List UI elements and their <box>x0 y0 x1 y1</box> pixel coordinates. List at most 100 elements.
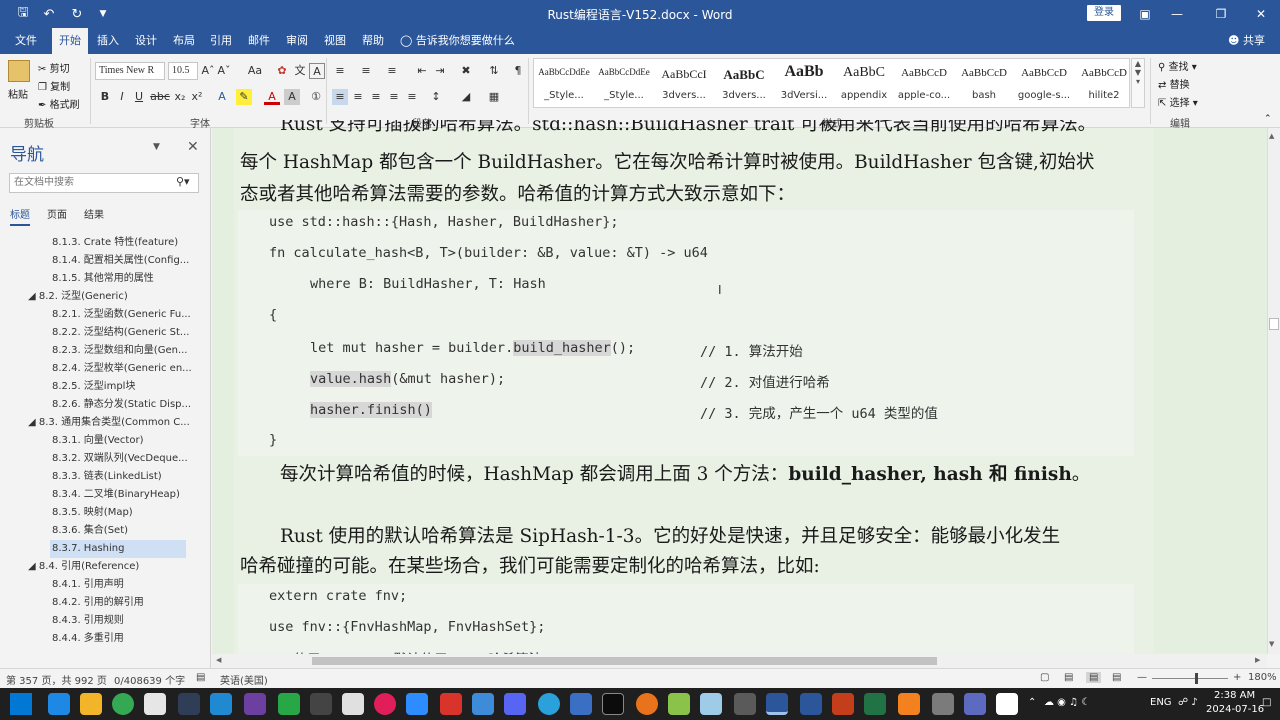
save-icon[interactable]: 🖫 <box>12 4 34 24</box>
underline-button[interactable]: U <box>131 89 147 105</box>
scroll-up-icon[interactable]: ▲ <box>1269 132 1274 140</box>
nav-heading-item[interactable]: 8.2.2. 泛型结构(Generic St... <box>52 324 192 342</box>
nav-heading-item[interactable]: 8.4.2. 引用的解引用 <box>52 594 192 612</box>
scroll-left-icon[interactable]: ◀ <box>216 656 221 664</box>
notification-icon[interactable]: □ <box>1262 697 1271 708</box>
superscript-button[interactable]: x² <box>189 89 205 105</box>
login-button[interactable]: 登录 <box>1087 5 1121 21</box>
nav-heading-item[interactable]: ◢ 8.2. 泛型(Generic) <box>28 288 192 306</box>
nav-heading-item[interactable]: 8.1.3. Crate 特性(feature) <box>52 234 192 252</box>
tab-results[interactable]: 结果 <box>84 206 104 221</box>
nav-heading-item[interactable]: 8.1.5. 其他常用的属性 <box>52 270 192 288</box>
shrink-font-icon[interactable]: Aˇ <box>216 63 232 79</box>
collapse-ribbon-icon[interactable]: ⌃ <box>1264 114 1272 124</box>
print-layout-icon[interactable]: ▤ <box>1086 672 1102 683</box>
share-button[interactable]: ☻ 共享 <box>1228 28 1265 54</box>
nav-heading-item[interactable]: 8.2.6. 静态分发(Static Disp... <box>52 396 192 414</box>
copy-button[interactable]: ❐ 复制 <box>38 78 70 93</box>
nav-heading-item[interactable]: 8.1.4. 配置相关属性(Config... <box>52 252 192 270</box>
tab-home[interactable]: 开始 <box>52 28 88 54</box>
nav-options-icon[interactable]: ▼ <box>153 142 160 152</box>
nav-heading-item[interactable]: ◢ 8.4. 引用(Reference) <box>28 558 192 576</box>
app-icon[interactable] <box>700 693 722 715</box>
app-icon[interactable] <box>472 693 494 715</box>
app-icon[interactable] <box>440 693 462 715</box>
replace-button[interactable]: ⇄ 替换 <box>1158 76 1190 91</box>
nav-search-input[interactable]: 在文档中搜索 <box>9 173 199 193</box>
nav-heading-item[interactable]: 8.3.6. 集合(Set) <box>52 522 192 540</box>
phonetic-guide-icon[interactable]: 文 <box>292 63 308 79</box>
change-case-icon[interactable]: Aa <box>244 63 266 79</box>
zoom-slider-thumb[interactable] <box>1195 673 1198 684</box>
proofing-icon[interactable]: ▤ <box>196 672 205 683</box>
clock-time[interactable]: 2:38 AM <box>1214 690 1255 701</box>
scroll-right-icon[interactable]: ▶ <box>1255 656 1260 664</box>
app-icon[interactable] <box>178 693 200 715</box>
file-explorer-icon[interactable] <box>80 693 102 715</box>
align-center-icon[interactable]: ≡ <box>350 89 366 105</box>
tell-me-box[interactable]: ◯ 告诉我你想要做什么 <box>400 28 515 54</box>
terminal-icon[interactable] <box>602 693 624 715</box>
scroll-thumb[interactable] <box>312 657 937 665</box>
style-item[interactable]: AaBbCcDdEe _Style... <box>534 59 594 107</box>
nav-heading-item[interactable]: 8.2.3. 泛型数组和向量(Gen... <box>52 342 192 360</box>
style-item[interactable]: AaBbCcDdEe _Style... <box>594 59 654 107</box>
vscode-icon[interactable] <box>210 693 232 715</box>
language-indicator[interactable]: ENG <box>1150 697 1172 708</box>
app-icon[interactable] <box>734 693 756 715</box>
nav-heading-item[interactable]: 8.2.5. 泛型impl块 <box>52 378 192 396</box>
tab-pages[interactable]: 页面 <box>47 206 67 221</box>
ribbon-display-icon[interactable]: ▣ <box>1130 3 1160 25</box>
tab-view[interactable]: 视图 <box>317 28 353 54</box>
justify-icon[interactable]: ≡ <box>386 89 402 105</box>
clear-format-icon[interactable]: ✿ <box>274 63 290 79</box>
tab-design[interactable]: 设计 <box>128 28 164 54</box>
paste-icon[interactable] <box>8 60 30 82</box>
tray-chevron-icon[interactable]: ⌃ <box>1028 697 1036 708</box>
scroll-down-icon[interactable]: ▼ <box>1269 640 1274 648</box>
redo-icon[interactable]: ↻ <box>66 4 88 24</box>
app-icon[interactable] <box>278 693 300 715</box>
store-icon[interactable] <box>144 693 166 715</box>
nav-heading-item[interactable]: 8.3.3. 链表(LinkedList) <box>52 468 192 486</box>
app-icon[interactable] <box>668 693 690 715</box>
strikethrough-button[interactable]: abc <box>150 89 170 105</box>
line-spacing-icon[interactable]: ↕ <box>428 89 444 105</box>
style-item[interactable]: AaBbCcD google-s... <box>1014 59 1074 107</box>
slack-icon[interactable] <box>374 693 396 715</box>
bullets-icon[interactable]: ≡ <box>332 63 348 79</box>
tab-insert[interactable]: 插入 <box>90 28 126 54</box>
language-status[interactable]: 英语(美国) <box>220 672 268 687</box>
tab-file[interactable]: 文件 <box>8 28 44 54</box>
chrome-icon[interactable] <box>112 693 134 715</box>
discord-icon[interactable] <box>504 693 526 715</box>
font-size-combo[interactable]: 10.5 <box>168 62 198 80</box>
zoom-icon[interactable] <box>406 693 428 715</box>
style-item[interactable]: AaBb 3dVersi... <box>774 59 834 107</box>
clock-date[interactable]: 2024-07-16 <box>1206 704 1264 715</box>
align-right-icon[interactable]: ≡ <box>368 89 384 105</box>
tab-help[interactable]: 帮助 <box>355 28 391 54</box>
tab-layout[interactable]: 布局 <box>166 28 202 54</box>
find-button[interactable]: ⚲ 查找 ▾ <box>1158 58 1197 73</box>
borders-icon[interactable]: ▦ <box>486 89 502 105</box>
show-marks-icon[interactable]: ¶ <box>510 63 526 79</box>
style-item[interactable]: AaBbC 3dvers... <box>714 59 774 107</box>
start-icon[interactable] <box>10 693 32 715</box>
powerpoint-icon[interactable] <box>832 693 854 715</box>
style-item[interactable]: AaBbC appendix <box>834 59 894 107</box>
search-icon[interactable]: ⚲▾ <box>176 175 190 188</box>
tab-review[interactable]: 审阅 <box>279 28 315 54</box>
nav-heading-item[interactable]: 8.3.4. 二叉堆(BinaryHeap) <box>52 486 192 504</box>
read-mode-icon[interactable]: ▤ <box>1064 672 1073 683</box>
app-icon[interactable] <box>636 693 658 715</box>
align-left-icon[interactable]: ≡ <box>332 89 348 105</box>
cut-button[interactable]: ✂ 剪切 <box>38 60 70 75</box>
excel-icon[interactable] <box>864 693 886 715</box>
app-icon[interactable] <box>570 693 592 715</box>
word-icon[interactable] <box>766 693 788 715</box>
capcut-icon[interactable] <box>996 693 1018 715</box>
minimize-icon[interactable]: — <box>1162 3 1192 25</box>
customize-icon[interactable]: ▼ <box>92 4 114 24</box>
grow-font-icon[interactable]: Aˆ <box>200 63 216 79</box>
